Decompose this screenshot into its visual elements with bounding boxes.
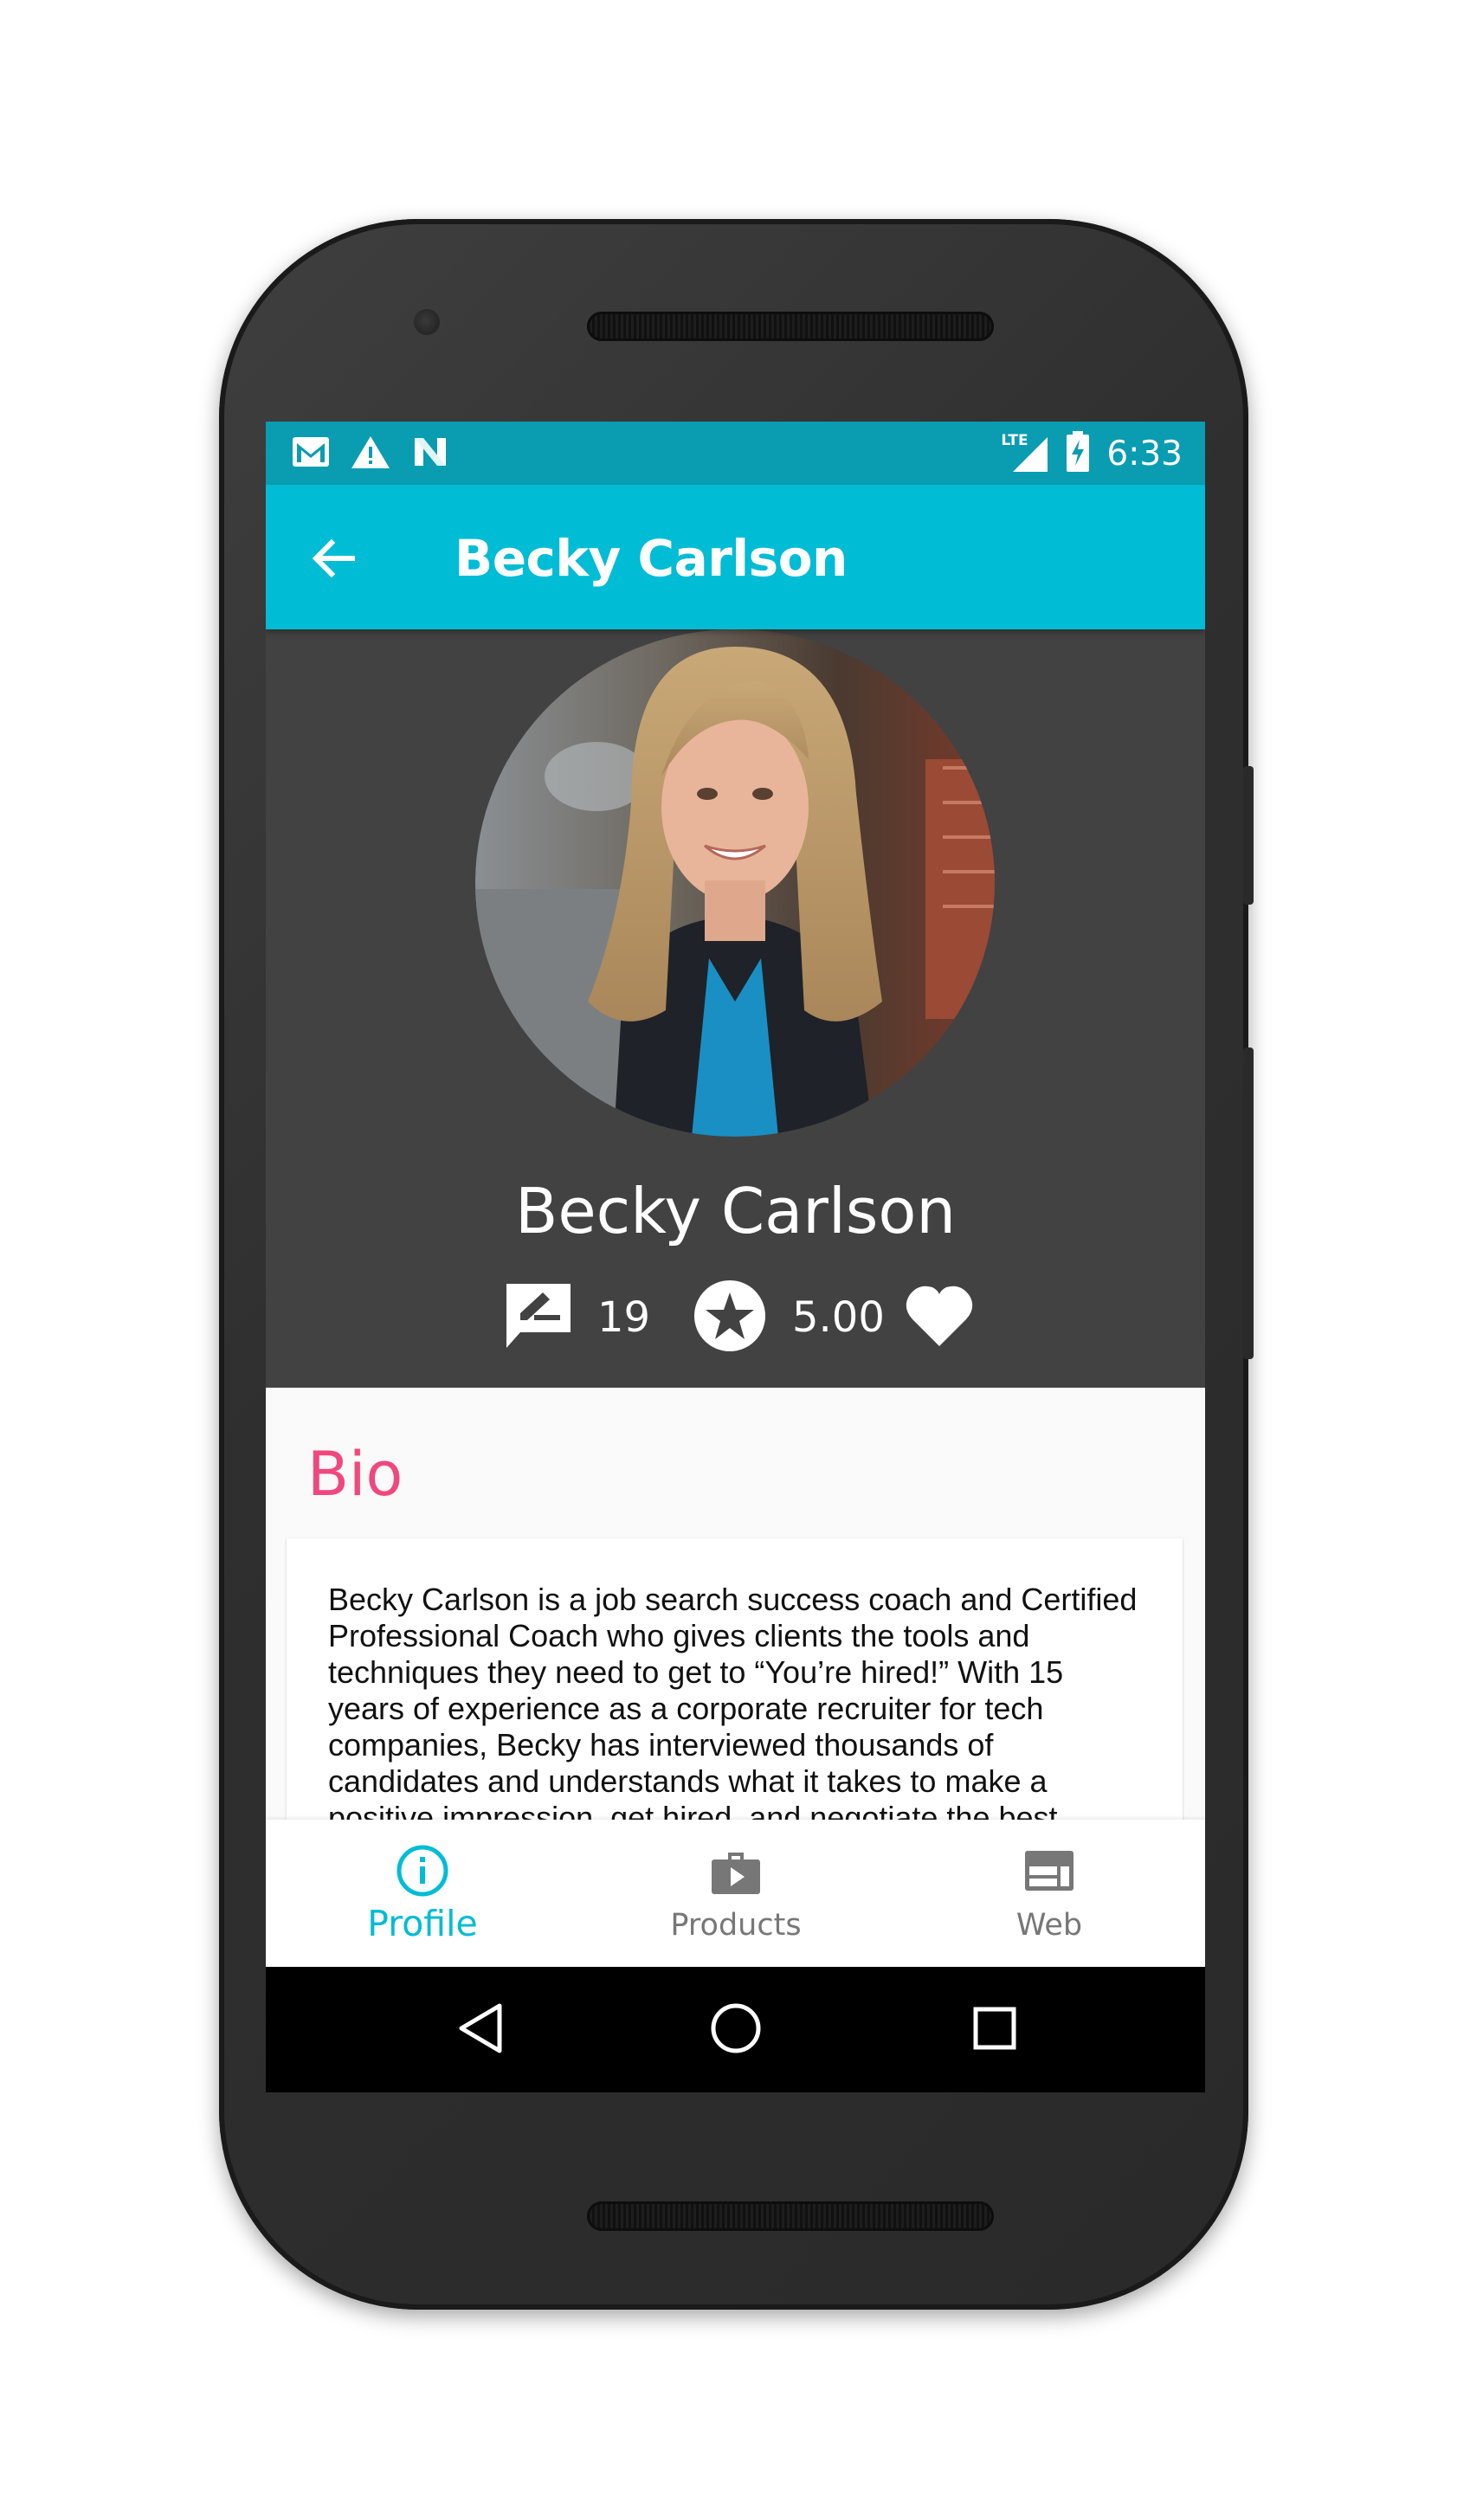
top-speaker xyxy=(587,312,994,341)
lte-signal-icon: LTE xyxy=(1001,432,1049,474)
lte-label: LTE xyxy=(1001,432,1028,449)
bottom-speaker xyxy=(587,2201,994,2231)
gmail-icon xyxy=(292,436,330,472)
nav-label-products: Products xyxy=(670,1908,802,1943)
battery-charging-icon xyxy=(1065,430,1091,477)
front-camera xyxy=(414,309,440,335)
heart-icon[interactable] xyxy=(902,1279,977,1357)
home-circle-icon xyxy=(711,2003,761,2053)
recents-square-icon xyxy=(973,2007,1016,2050)
reviews-count: 19 xyxy=(597,1293,651,1342)
briefcase-icon xyxy=(709,1844,763,1902)
clock: 6:33 xyxy=(1106,434,1183,474)
power-button xyxy=(1243,766,1254,905)
web-icon xyxy=(1022,1844,1076,1902)
nav-tab-web[interactable]: Web xyxy=(893,1820,1205,1967)
arrow-back-icon xyxy=(312,538,355,578)
warning-icon xyxy=(351,435,390,474)
system-back-button[interactable] xyxy=(451,1997,513,2059)
info-icon xyxy=(396,1844,449,1902)
volume-button xyxy=(1243,1047,1254,1359)
status-bar: LTE 6:33 xyxy=(266,422,1205,485)
star-circle-icon xyxy=(693,1279,767,1357)
bottom-navigation: Profile Products Web xyxy=(266,1820,1205,1967)
bio-heading: Bio xyxy=(307,1439,403,1510)
app-bar-title: Becky Carlson xyxy=(455,529,848,588)
back-button[interactable] xyxy=(307,531,363,586)
system-home-button[interactable] xyxy=(705,1997,767,2059)
system-status-icons: LTE 6:33 xyxy=(1001,430,1183,477)
system-recents-button[interactable] xyxy=(964,1997,1026,2059)
screen: LTE 6:33 Becky Carlson Becky Carlson 19 … xyxy=(266,422,1205,2092)
bio-text: Becky Carlson is a job search success co… xyxy=(328,1582,1138,1835)
nav-label-profile: Profile xyxy=(367,1903,478,1944)
nav-tab-products[interactable]: Products xyxy=(579,1820,893,1967)
notification-icons xyxy=(292,435,449,472)
back-triangle-icon xyxy=(459,2003,502,2053)
profile-stats: 19 5.00 xyxy=(266,1279,1205,1357)
nav-label-web: Web xyxy=(1015,1908,1083,1943)
nav-tab-profile[interactable]: Profile xyxy=(266,1820,579,1967)
profile-name: Becky Carlson xyxy=(514,1175,957,1247)
n-app-icon xyxy=(411,435,449,474)
profile-avatar xyxy=(475,629,995,1137)
app-bar: Becky Carlson xyxy=(266,485,1205,629)
rate-review-icon[interactable] xyxy=(501,1279,576,1357)
system-navigation-bar xyxy=(266,1967,1205,2092)
profile-header: Becky Carlson 19 5.00 xyxy=(266,629,1205,1388)
rating-value: 5.00 xyxy=(792,1293,885,1342)
